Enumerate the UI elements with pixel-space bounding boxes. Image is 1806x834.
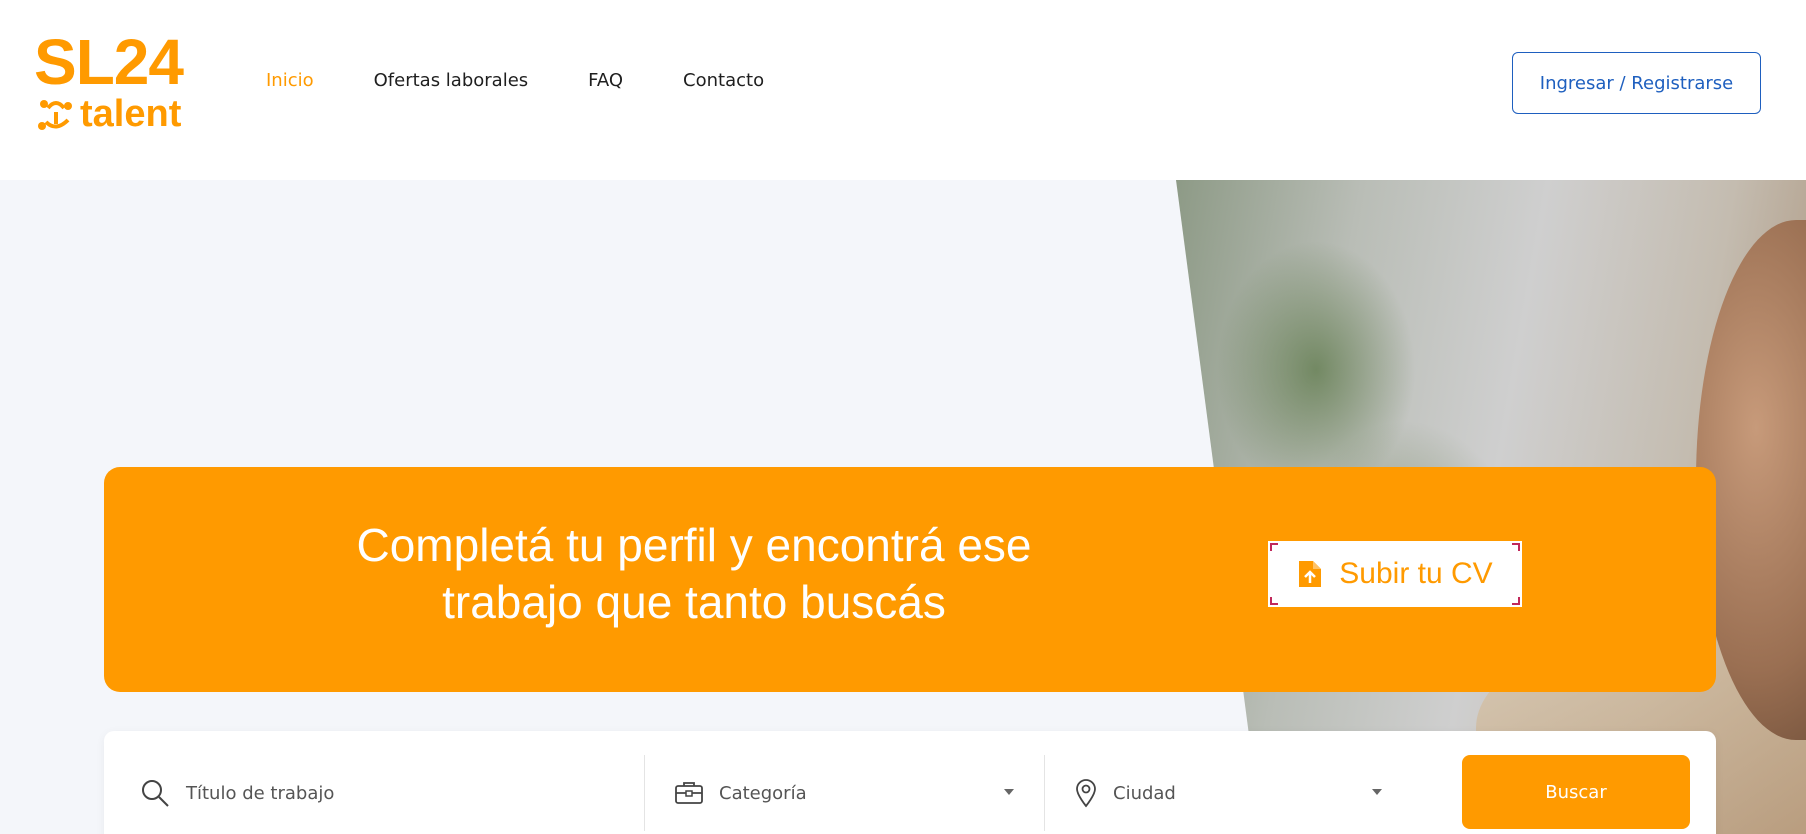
- focus-corner: [1270, 597, 1278, 605]
- site-header: SL24 talent Inicio Ofertas laborales FAQ…: [0, 0, 1806, 180]
- job-title-field[interactable]: Título de trabajo: [140, 755, 640, 831]
- people-ring-icon: [38, 100, 72, 130]
- banner-title-line-2: trabajo que tanto buscás: [442, 576, 946, 628]
- search-icon: [142, 780, 169, 807]
- nav-item-ofertas-laborales[interactable]: Ofertas laborales: [374, 70, 529, 91]
- main-nav: Inicio Ofertas laborales FAQ Contacto: [266, 70, 824, 91]
- login-register-button[interactable]: Ingresar / Registrarse: [1512, 52, 1761, 114]
- logo-subline: talent: [34, 94, 204, 134]
- cv-banner: Completá tu perfil y encontrá ese trabaj…: [104, 467, 1716, 692]
- category-select[interactable]: Categoría: [644, 755, 1042, 831]
- sl24-talent-logo[interactable]: SL24 talent: [34, 30, 204, 138]
- nav-item-faq[interactable]: FAQ: [588, 70, 623, 91]
- file-upload-icon: [1299, 561, 1322, 587]
- banner-title-line-1: Completá tu perfil y encontrá ese: [356, 519, 1032, 571]
- upload-cv-label: Subir tu CV: [1339, 557, 1493, 590]
- search-button[interactable]: Buscar: [1462, 755, 1690, 829]
- hero-section: Completá tu perfil y encontrá ese trabaj…: [0, 180, 1806, 834]
- job-title-placeholder: Título de trabajo: [186, 782, 335, 804]
- focus-corner: [1270, 543, 1278, 551]
- job-search-bar: Título de trabajo Categoría Ciudad Busca…: [104, 731, 1716, 834]
- logo-wordmark: SL24: [34, 26, 184, 98]
- banner-title: Completá tu perfil y encontrá ese trabaj…: [284, 517, 1104, 631]
- city-select[interactable]: Ciudad: [1044, 755, 1424, 831]
- chevron-down-icon: [1004, 789, 1014, 795]
- chevron-down-icon: [1372, 789, 1382, 795]
- category-label: Categoría: [719, 782, 807, 804]
- city-label: Ciudad: [1113, 782, 1176, 804]
- focus-corner: [1512, 597, 1520, 605]
- nav-item-inicio[interactable]: Inicio: [266, 70, 314, 91]
- location-pin-icon: [1076, 779, 1096, 808]
- nav-item-contacto[interactable]: Contacto: [683, 70, 764, 91]
- focus-corner: [1512, 543, 1520, 551]
- upload-cv-button[interactable]: Subir tu CV: [1268, 541, 1522, 607]
- logo-talent-text: talent: [80, 93, 182, 135]
- briefcase-icon: [675, 782, 703, 804]
